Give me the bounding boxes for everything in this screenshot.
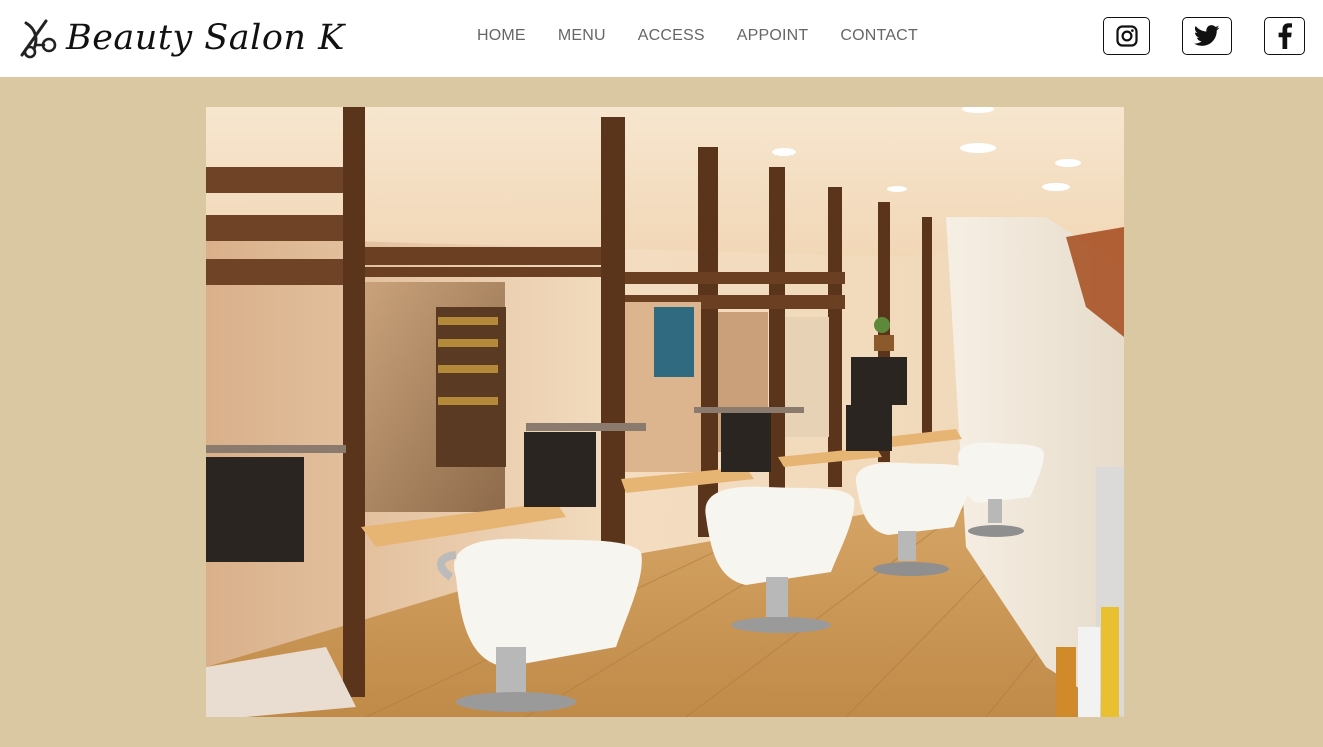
nav-appoint[interactable]: APPOINT [737,26,809,46]
instagram-icon [1115,25,1138,47]
twitter-icon [1194,25,1220,46]
instagram-button[interactable] [1103,17,1150,55]
nav-access[interactable]: ACCESS [638,26,705,46]
facebook-button[interactable] [1264,17,1305,55]
twitter-button[interactable] [1182,17,1232,55]
logo-text: Beauty Salon K [66,18,345,58]
site-logo[interactable]: Beauty Salon K [16,12,345,64]
nav-contact[interactable]: CONTACT [840,26,918,46]
hero-image [206,107,1124,717]
nav-menu[interactable]: MENU [558,26,606,46]
main-nav: HOME MENU ACCESS APPOINT CONTACT [477,26,918,46]
salon-interior-illustration [206,107,1124,717]
facebook-icon [1278,23,1292,49]
nav-home[interactable]: HOME [477,26,526,46]
site-header: Beauty Salon K HOME MENU ACCESS APPOINT … [0,0,1323,77]
scissors-icon [20,19,57,59]
